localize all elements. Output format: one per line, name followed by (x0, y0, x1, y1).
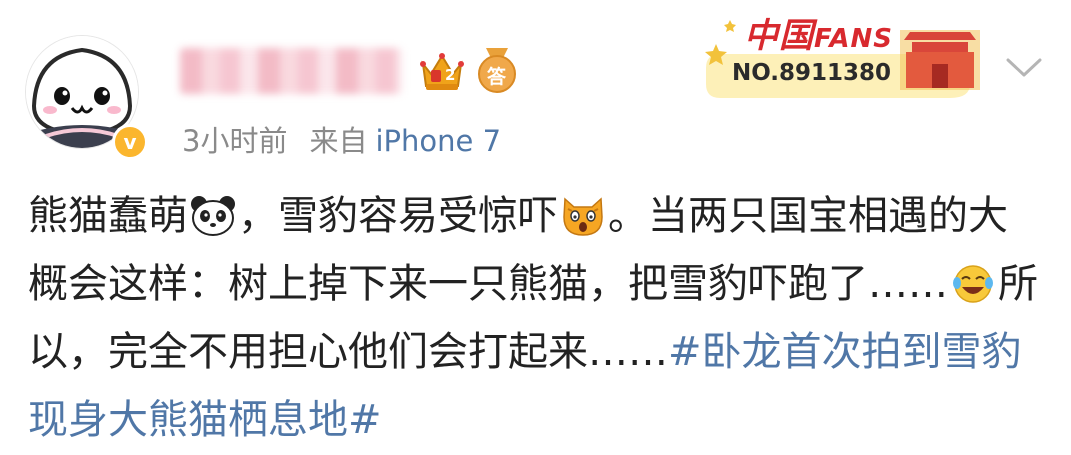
chevron-down-icon[interactable] (1004, 56, 1044, 80)
verified-mark: v (123, 130, 137, 154)
post-device-link[interactable]: iPhone 7 (375, 124, 501, 158)
post-source-prefix: 来自 (309, 124, 368, 158)
answer-medal-icon[interactable]: 答 (476, 48, 518, 94)
china-fans-card[interactable]: 中国FANS NO.8911380 (700, 0, 1000, 100)
username-blurred[interactable] (180, 48, 402, 94)
fans-title-en: FANS (814, 24, 894, 54)
scared-cat-emoji (560, 190, 606, 236)
vip-level: 2 (445, 66, 456, 84)
avatar-block[interactable]: v (24, 36, 148, 162)
post-time: 3小时前 (182, 124, 288, 158)
laugh-cry-emoji (950, 258, 996, 303)
fans-number: NO.8911380 (732, 60, 892, 86)
fans-title-cn: 中国 (744, 16, 814, 56)
post-body: 熊猫蠢萌 ，雪豹容易受惊吓 。当两只国宝相遇的大概会这样：树上掉下来一只熊猫，把… (28, 182, 1038, 454)
post-segment-1: 熊猫蠢萌 (28, 193, 188, 239)
panda-emoji (190, 190, 236, 236)
answer-badge-label: 答 (487, 66, 507, 88)
post-segment-2: ，雪豹容易受惊吓 (238, 193, 558, 239)
fans-title: 中国FANS (744, 8, 893, 57)
verified-badge-icon: v (112, 124, 148, 160)
crown-icon[interactable]: 2 (417, 46, 467, 96)
post-meta: 3小时前 来自 iPhone 7 (182, 118, 501, 160)
